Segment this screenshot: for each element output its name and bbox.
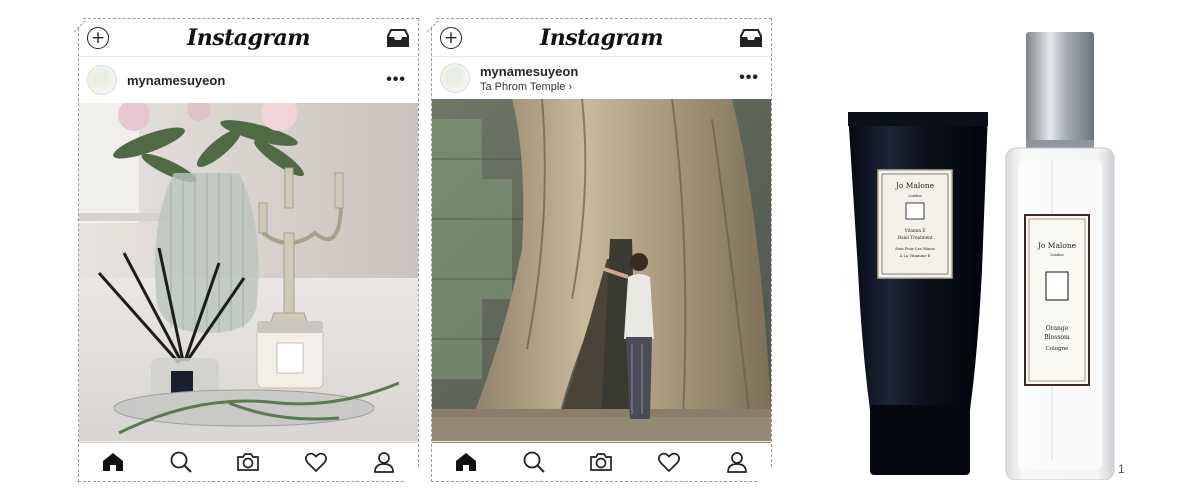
bottom-tab-bar	[79, 441, 418, 481]
cologne-bottle: Jo Malone London Orange Blossom Cologne	[1005, 32, 1115, 481]
profile-icon[interactable]	[372, 450, 396, 474]
instagram-screen-1: + Instagram mynamesuyeon •••	[78, 18, 420, 483]
bottle-line1: Orange	[1046, 325, 1069, 332]
tube-line2: Hand Treatment	[897, 235, 932, 240]
top-bar: + Instagram	[432, 19, 771, 57]
avatar[interactable]	[440, 63, 470, 93]
inbox-icon[interactable]	[739, 28, 763, 48]
bottle-brand: Jo Malone	[1037, 241, 1077, 250]
username[interactable]: mynamesuyeon	[127, 73, 225, 88]
add-post-icon[interactable]: +	[87, 27, 109, 49]
home-icon[interactable]	[101, 450, 125, 474]
tube-brand: Jo Malone	[895, 181, 935, 190]
bottle-line2: Blossom	[1044, 334, 1070, 341]
product-photo: Jo Malone London Vitamin E Hand Treatmen…	[830, 20, 1150, 481]
avatar[interactable]	[87, 65, 117, 95]
top-bar: + Instagram	[79, 19, 418, 57]
post-photo[interactable]	[432, 99, 771, 443]
bottle-line3: Cologne	[1046, 346, 1069, 352]
instagram-logo: Instagram	[539, 24, 664, 51]
more-options-icon[interactable]: •••	[739, 69, 759, 87]
bottom-tab-bar	[432, 441, 771, 481]
search-icon[interactable]	[169, 450, 193, 474]
hand-treatment-tube: Jo Malone London Vitamin E Hand Treatmen…	[848, 112, 988, 475]
tube-line4: À La Vitamine E	[898, 253, 930, 258]
username[interactable]: mynamesuyeon	[480, 64, 578, 79]
add-post-icon[interactable]: +	[440, 27, 462, 49]
post-header: mynamesuyeon •••	[79, 59, 418, 101]
instagram-screen-2: + Instagram mynamesuyeon Ta Phrom Temple…	[431, 18, 773, 483]
heart-icon[interactable]	[304, 450, 328, 474]
instagram-logo: Instagram	[186, 24, 311, 51]
post-photo[interactable]	[79, 103, 418, 443]
inbox-icon[interactable]	[386, 28, 410, 48]
post-header: mynamesuyeon Ta Phrom Temple › •••	[432, 57, 771, 99]
more-options-icon[interactable]: •••	[386, 71, 406, 89]
camera-icon[interactable]	[236, 450, 260, 474]
tube-city: London	[908, 194, 922, 198]
camera-icon[interactable]	[589, 450, 613, 474]
home-icon[interactable]	[454, 450, 478, 474]
page-number: 1	[1118, 462, 1125, 476]
heart-icon[interactable]	[657, 450, 681, 474]
search-icon[interactable]	[522, 450, 546, 474]
profile-icon[interactable]	[725, 450, 749, 474]
bottle-city: London	[1050, 253, 1064, 257]
location-link[interactable]: Ta Phrom Temple ›	[480, 81, 578, 93]
tube-line3: Soin Pour Les Mains	[895, 246, 935, 251]
tube-line1: Vitamin E	[904, 228, 926, 233]
